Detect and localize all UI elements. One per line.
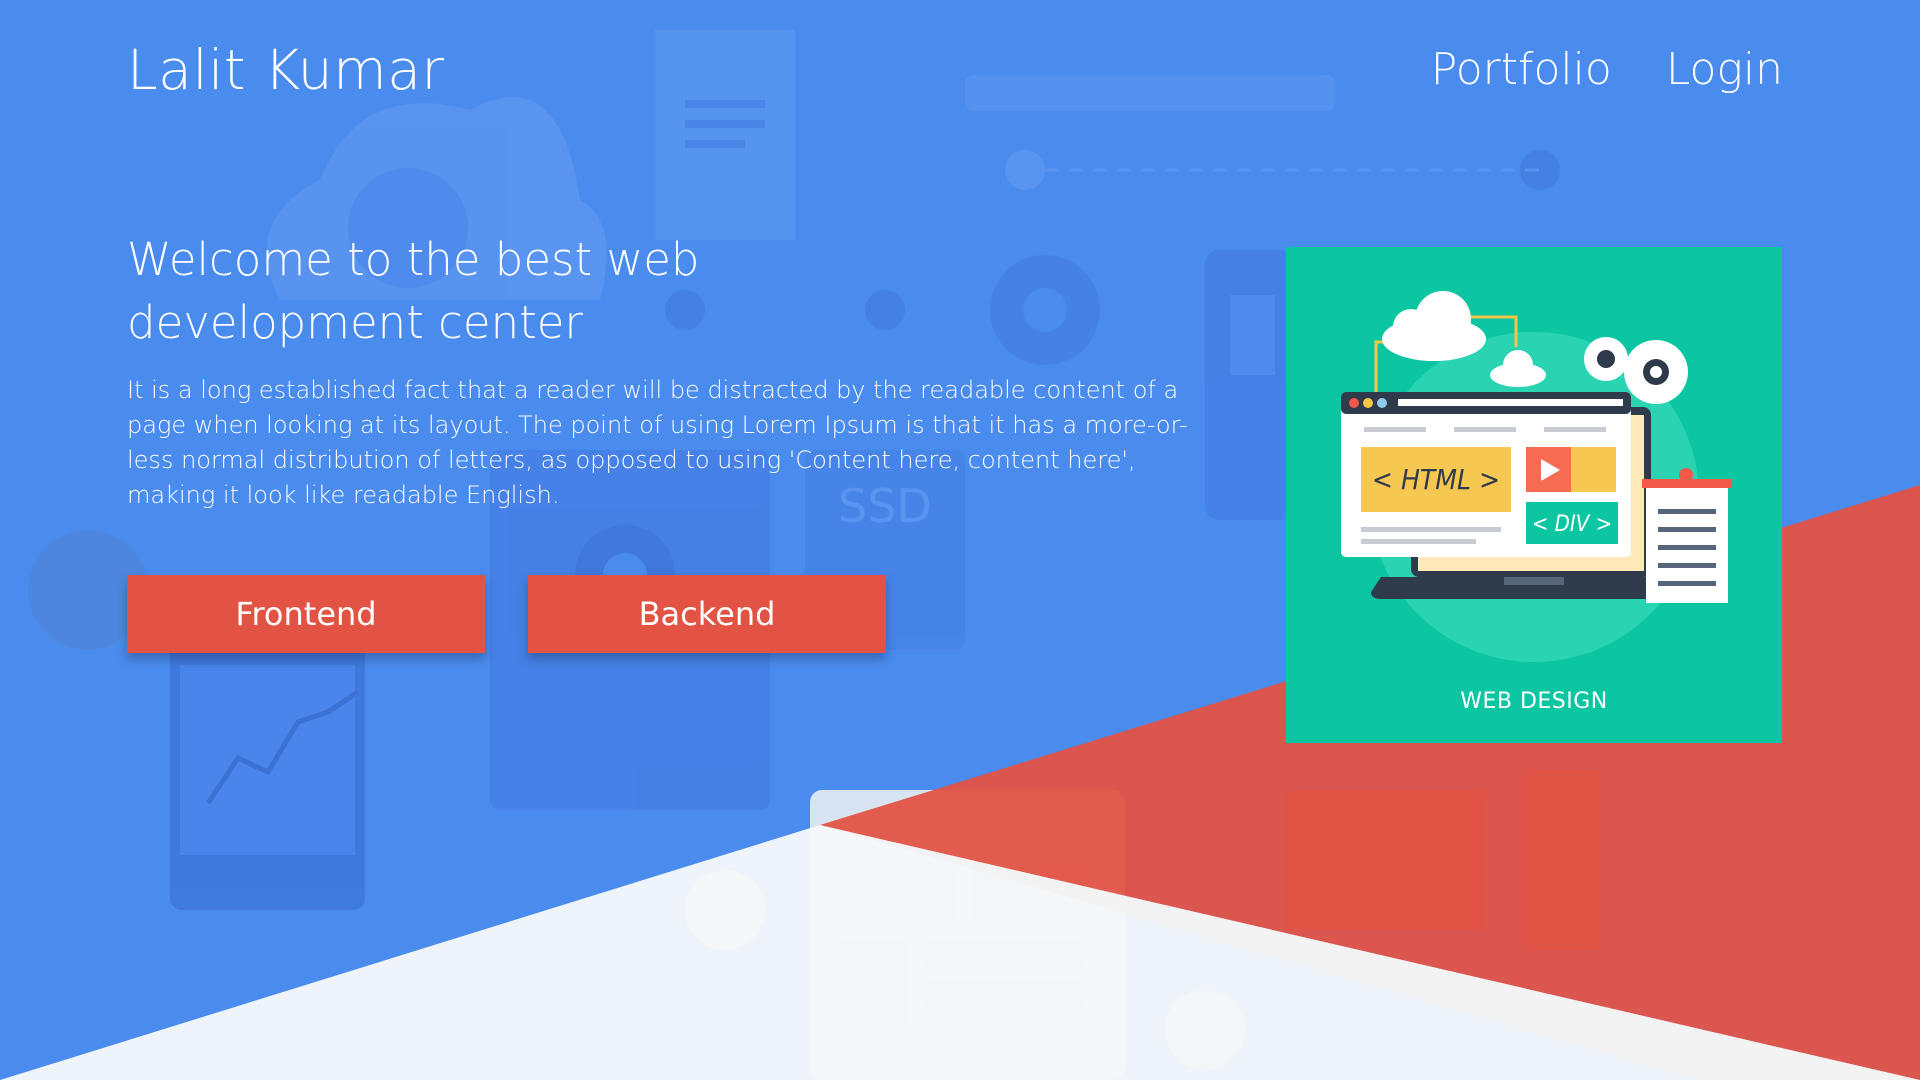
brand-logo[interactable]: Lalit Kumar [127,38,445,102]
clipboard-icon [1642,468,1732,603]
backend-button[interactable]: Backend [528,575,886,653]
nav-portfolio-link[interactable]: Portfolio [1431,44,1612,95]
frontend-button[interactable]: Frontend [127,575,485,653]
top-nav: Portfolio Login [1431,44,1783,95]
nav-login-link[interactable]: Login [1666,44,1783,95]
web-design-card: < HTML > < DIV > WEB DESIGN [1286,247,1782,743]
hero-description: It is a long established fact that a rea… [127,376,1188,509]
browser-window: < HTML > < DIV > [1341,392,1631,557]
html-tag-label: < HTML > [1372,463,1500,496]
hero-title: Welcome to the best web development cent… [127,233,700,349]
web-design-illustration: < HTML > < DIV > [1341,291,1732,662]
web-design-label: WEB DESIGN [1460,689,1608,714]
div-tag-label: < DIV > [1532,512,1612,537]
